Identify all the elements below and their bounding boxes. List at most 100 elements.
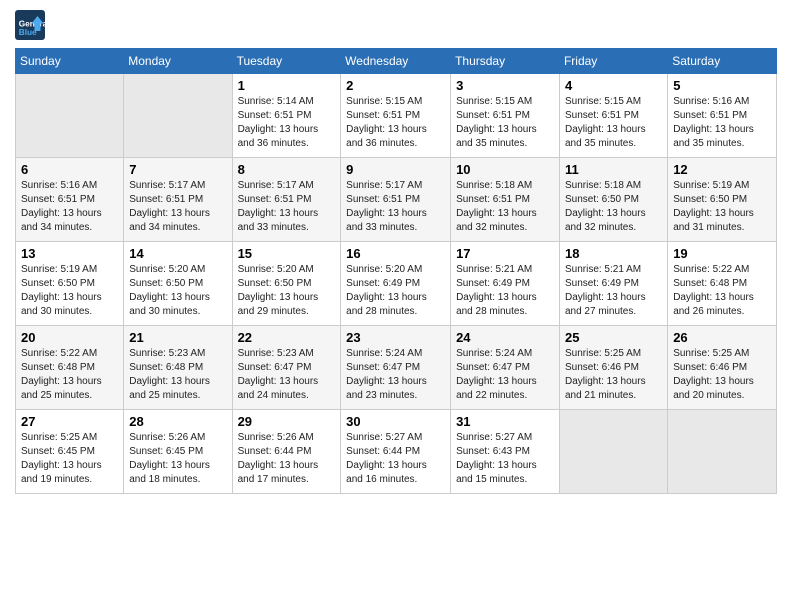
day-number: 7 bbox=[129, 162, 226, 177]
weekday-header-monday: Monday bbox=[124, 49, 232, 74]
day-info: Sunrise: 5:23 AMSunset: 6:48 PMDaylight:… bbox=[129, 347, 226, 403]
calendar-week-row: 27 Sunrise: 5:25 AMSunset: 6:45 PMDayligh… bbox=[16, 410, 777, 494]
day-number: 19 bbox=[673, 246, 771, 261]
day-number: 18 bbox=[565, 246, 662, 261]
day-number: 6 bbox=[21, 162, 118, 177]
calendar-cell: 31Sunrise: 5:27 AMSunset: 6:43 PMDayligh… bbox=[451, 410, 560, 494]
day-info: Sunrise: 5:19 AMSunset: 6:50 PMDaylight:… bbox=[21, 263, 118, 319]
day-number: 17 bbox=[456, 246, 554, 261]
day-number: 25 bbox=[565, 330, 662, 345]
day-info: Sunrise: 5:20 AMSunset: 6:50 PMDaylight:… bbox=[129, 263, 226, 319]
day-info: Sunrise: 5:16 AMSunset: 6:51 PMDaylight:… bbox=[673, 95, 771, 151]
day-number: 30 bbox=[346, 414, 445, 429]
calendar-cell: 30 Sunrise: 5:27 AMSunset: 6:44 PMDayligh… bbox=[341, 410, 451, 494]
header: General Blue bbox=[15, 10, 777, 40]
calendar-cell: 5 Sunrise: 5:16 AMSunset: 6:51 PMDaylight… bbox=[668, 74, 777, 158]
day-number: 1 bbox=[238, 78, 336, 93]
weekday-header-saturday: Saturday bbox=[668, 49, 777, 74]
day-info: Sunrise: 5:15 AMSunset: 6:51 PMDaylight:… bbox=[346, 95, 445, 151]
calendar-cell: 17Sunrise: 5:21 AMSunset: 6:49 PMDayligh… bbox=[451, 242, 560, 326]
calendar-cell: 6 Sunrise: 5:16 AMSunset: 6:51 PMDaylight… bbox=[16, 158, 124, 242]
weekday-header-tuesday: Tuesday bbox=[232, 49, 341, 74]
day-number: 20 bbox=[21, 330, 118, 345]
calendar-cell: 13 Sunrise: 5:19 AMSunset: 6:50 PMDayligh… bbox=[16, 242, 124, 326]
day-info: Sunrise: 5:22 AMSunset: 6:48 PMDaylight:… bbox=[21, 347, 118, 403]
calendar-cell: 14 Sunrise: 5:20 AMSunset: 6:50 PMDayligh… bbox=[124, 242, 232, 326]
day-info: Sunrise: 5:18 AMSunset: 6:50 PMDaylight:… bbox=[565, 179, 662, 235]
calendar-cell: 8 Sunrise: 5:17 AMSunset: 6:51 PMDaylight… bbox=[232, 158, 341, 242]
calendar-cell: 4 Sunrise: 5:15 AMSunset: 6:51 PMDaylight… bbox=[559, 74, 667, 158]
day-info: Sunrise: 5:19 AMSunset: 6:50 PMDaylight:… bbox=[673, 179, 771, 235]
calendar-cell: 24 Sunrise: 5:24 AMSunset: 6:47 PMDayligh… bbox=[451, 326, 560, 410]
day-info: Sunrise: 5:21 AMSunset: 6:49 PMDaylight:… bbox=[565, 263, 662, 319]
day-number: 4 bbox=[565, 78, 662, 93]
weekday-header-wednesday: Wednesday bbox=[341, 49, 451, 74]
day-number: 23 bbox=[346, 330, 445, 345]
day-info: Sunrise: 5:15 AMSunset: 6:51 PMDaylight:… bbox=[456, 95, 554, 151]
day-info: Sunrise: 5:26 AMSunset: 6:45 PMDaylight:… bbox=[129, 431, 226, 487]
calendar-cell: 11 Sunrise: 5:18 AMSunset: 6:50 PMDayligh… bbox=[559, 158, 667, 242]
calendar-week-row: 20 Sunrise: 5:22 AMSunset: 6:48 PMDayligh… bbox=[16, 326, 777, 410]
calendar-cell: 29 Sunrise: 5:26 AMSunset: 6:44 PMDayligh… bbox=[232, 410, 341, 494]
calendar-cell: 26 Sunrise: 5:25 AMSunset: 6:46 PMDayligh… bbox=[668, 326, 777, 410]
calendar-week-row: 1 Sunrise: 5:14 AMSunset: 6:51 PMDaylight… bbox=[16, 74, 777, 158]
calendar-cell bbox=[668, 410, 777, 494]
day-info: Sunrise: 5:17 AMSunset: 6:51 PMDaylight:… bbox=[238, 179, 336, 235]
day-info: Sunrise: 5:25 AMSunset: 6:46 PMDaylight:… bbox=[673, 347, 771, 403]
calendar-cell: 2 Sunrise: 5:15 AMSunset: 6:51 PMDaylight… bbox=[341, 74, 451, 158]
day-number: 26 bbox=[673, 330, 771, 345]
day-info: Sunrise: 5:16 AMSunset: 6:51 PMDaylight:… bbox=[21, 179, 118, 235]
day-number: 2 bbox=[346, 78, 445, 93]
calendar-cell: 27 Sunrise: 5:25 AMSunset: 6:45 PMDayligh… bbox=[16, 410, 124, 494]
day-info: Sunrise: 5:22 AMSunset: 6:48 PMDaylight:… bbox=[673, 263, 771, 319]
calendar-cell: 1 Sunrise: 5:14 AMSunset: 6:51 PMDaylight… bbox=[232, 74, 341, 158]
calendar-cell: 9Sunrise: 5:17 AMSunset: 6:51 PMDaylight… bbox=[341, 158, 451, 242]
calendar-header: SundayMondayTuesdayWednesdayThursdayFrid… bbox=[16, 49, 777, 74]
day-info: Sunrise: 5:24 AMSunset: 6:47 PMDaylight:… bbox=[346, 347, 445, 403]
weekday-header-sunday: Sunday bbox=[16, 49, 124, 74]
calendar-cell: 12Sunrise: 5:19 AMSunset: 6:50 PMDayligh… bbox=[668, 158, 777, 242]
calendar-cell: 23 Sunrise: 5:24 AMSunset: 6:47 PMDayligh… bbox=[341, 326, 451, 410]
calendar-cell: 7Sunrise: 5:17 AMSunset: 6:51 PMDaylight… bbox=[124, 158, 232, 242]
day-info: Sunrise: 5:23 AMSunset: 6:47 PMDaylight:… bbox=[238, 347, 336, 403]
calendar-cell: 15 Sunrise: 5:20 AMSunset: 6:50 PMDayligh… bbox=[232, 242, 341, 326]
calendar-cell: 28 Sunrise: 5:26 AMSunset: 6:45 PMDayligh… bbox=[124, 410, 232, 494]
day-number: 15 bbox=[238, 246, 336, 261]
day-number: 31 bbox=[456, 414, 554, 429]
calendar-cell bbox=[559, 410, 667, 494]
day-number: 13 bbox=[21, 246, 118, 261]
day-info: Sunrise: 5:14 AMSunset: 6:51 PMDaylight:… bbox=[238, 95, 336, 151]
day-number: 16 bbox=[346, 246, 445, 261]
calendar-cell: 20 Sunrise: 5:22 AMSunset: 6:48 PMDayligh… bbox=[16, 326, 124, 410]
calendar-cell: 22 Sunrise: 5:23 AMSunset: 6:47 PMDayligh… bbox=[232, 326, 341, 410]
day-number: 24 bbox=[456, 330, 554, 345]
logo: General Blue bbox=[15, 10, 49, 40]
weekday-header-friday: Friday bbox=[559, 49, 667, 74]
day-number: 29 bbox=[238, 414, 336, 429]
day-number: 14 bbox=[129, 246, 226, 261]
day-number: 8 bbox=[238, 162, 336, 177]
day-number: 28 bbox=[129, 414, 226, 429]
day-info: Sunrise: 5:24 AMSunset: 6:47 PMDaylight:… bbox=[456, 347, 554, 403]
calendar-body: 1 Sunrise: 5:14 AMSunset: 6:51 PMDaylight… bbox=[16, 74, 777, 494]
day-info: Sunrise: 5:25 AMSunset: 6:45 PMDaylight:… bbox=[21, 431, 118, 487]
day-info: Sunrise: 5:26 AMSunset: 6:44 PMDaylight:… bbox=[238, 431, 336, 487]
calendar-cell: 10 Sunrise: 5:18 AMSunset: 6:51 PMDayligh… bbox=[451, 158, 560, 242]
weekday-header-row: SundayMondayTuesdayWednesdayThursdayFrid… bbox=[16, 49, 777, 74]
day-number: 27 bbox=[21, 414, 118, 429]
day-number: 22 bbox=[238, 330, 336, 345]
calendar: SundayMondayTuesdayWednesdayThursdayFrid… bbox=[15, 48, 777, 494]
day-info: Sunrise: 5:18 AMSunset: 6:51 PMDaylight:… bbox=[456, 179, 554, 235]
day-number: 5 bbox=[673, 78, 771, 93]
calendar-week-row: 13 Sunrise: 5:19 AMSunset: 6:50 PMDayligh… bbox=[16, 242, 777, 326]
calendar-week-row: 6 Sunrise: 5:16 AMSunset: 6:51 PMDaylight… bbox=[16, 158, 777, 242]
day-number: 9 bbox=[346, 162, 445, 177]
day-info: Sunrise: 5:20 AMSunset: 6:50 PMDaylight:… bbox=[238, 263, 336, 319]
weekday-header-thursday: Thursday bbox=[451, 49, 560, 74]
calendar-cell: 19 Sunrise: 5:22 AMSunset: 6:48 PMDayligh… bbox=[668, 242, 777, 326]
day-number: 11 bbox=[565, 162, 662, 177]
day-info: Sunrise: 5:15 AMSunset: 6:51 PMDaylight:… bbox=[565, 95, 662, 151]
calendar-cell: 18 Sunrise: 5:21 AMSunset: 6:49 PMDayligh… bbox=[559, 242, 667, 326]
day-info: Sunrise: 5:27 AMSunset: 6:44 PMDaylight:… bbox=[346, 431, 445, 487]
day-number: 10 bbox=[456, 162, 554, 177]
